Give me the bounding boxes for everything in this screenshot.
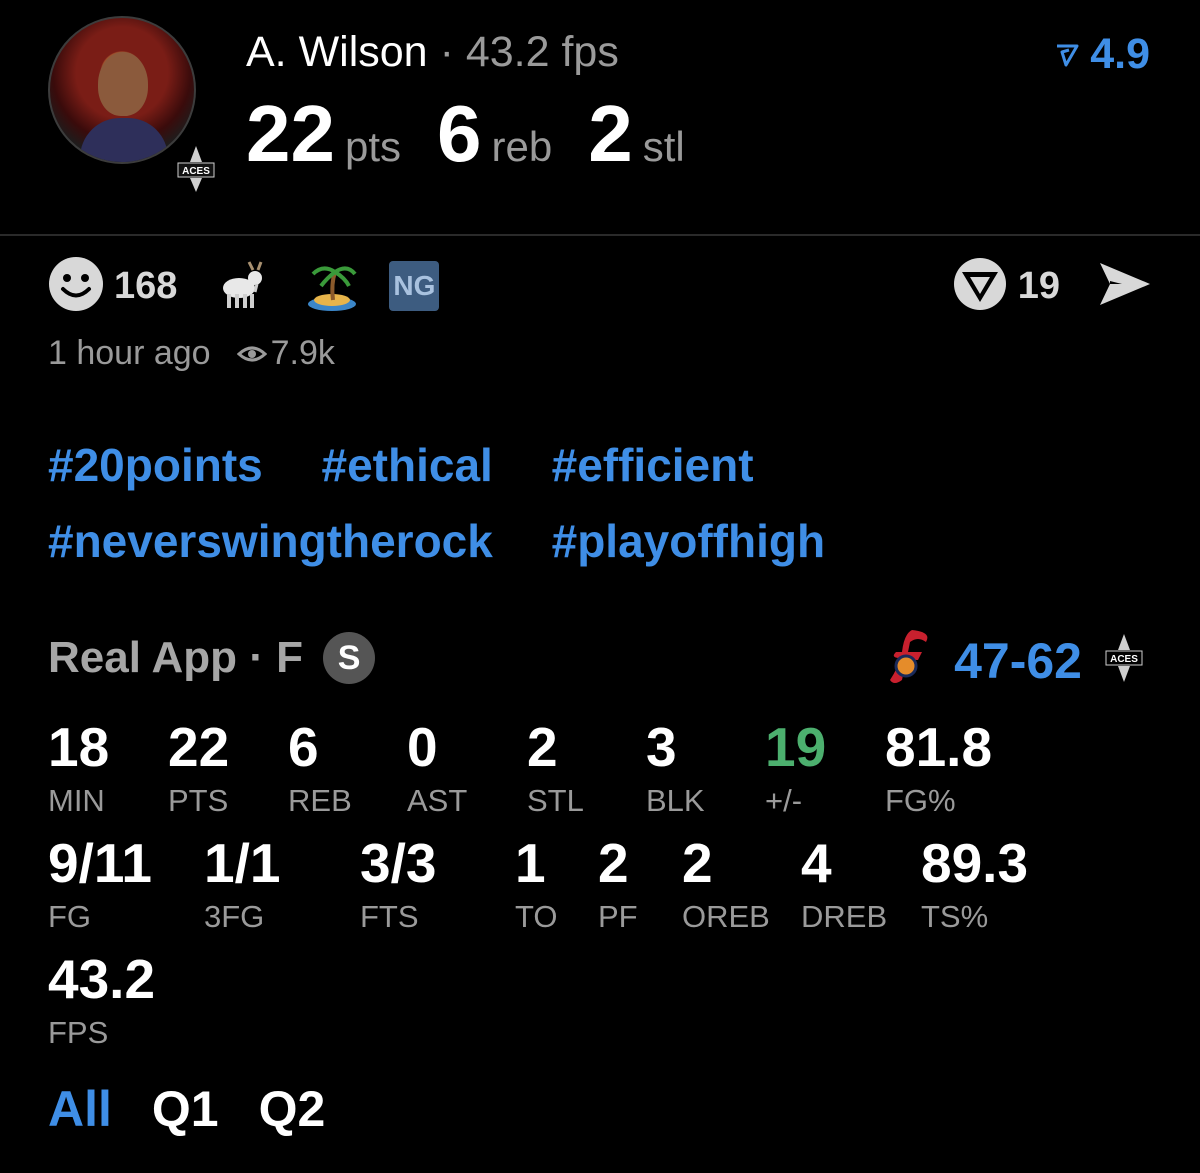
title-separator: · (439, 28, 454, 76)
hashtag-row-1: #20points #ethical #efficient (48, 438, 1148, 492)
eye-icon (236, 346, 267, 361)
reaction-bar: 168 NG (48, 256, 440, 317)
stat-fg: 9/11 FG (48, 832, 153, 935)
hashtag[interactable]: #playoffhigh (552, 515, 825, 567)
share-icon[interactable] (1098, 259, 1152, 314)
hashtag[interactable]: #ethical (322, 439, 493, 491)
stat-pts: 22 PTS (168, 716, 230, 819)
player-name[interactable]: A. Wilson (246, 28, 428, 76)
stat-fg-pct: 81.8 FG% (885, 716, 993, 819)
time-ago: 1 hour ago (48, 334, 211, 372)
rating-value: 4.9 (1090, 30, 1150, 78)
hashtag[interactable]: #efficient (552, 439, 754, 491)
game-info: Real App · F S (48, 632, 376, 684)
score-value: 47-62 (954, 632, 1082, 689)
ng-badge[interactable]: NG (389, 261, 440, 311)
game-status-badge: S (323, 632, 376, 684)
player-photo (48, 16, 196, 164)
game-score[interactable]: 47-62 ACES (882, 628, 1144, 693)
stat-pf: 2 PF (598, 832, 638, 935)
hashtag-row-2: #neverswingtherock #playoffhigh (48, 514, 1148, 568)
stat-plus-minus: 19 +/- (765, 716, 827, 819)
rating-icon (1057, 44, 1079, 66)
stat-fts: 3/3 FTS (360, 832, 437, 935)
stat-ts-pct: 89.3 TS% (921, 832, 1029, 935)
rebounds-value: 6 (437, 89, 482, 178)
stat-fps: 43.2 FPS (48, 948, 156, 1051)
tab-q2[interactable]: Q2 (259, 1080, 326, 1138)
rating-badge[interactable]: 4.9 (1054, 30, 1150, 79)
stat-3fg: 1/1 3FG (204, 832, 281, 935)
hashtag[interactable]: #20points (48, 439, 263, 491)
points-value: 22 (246, 89, 335, 178)
game-label: Real App · F (48, 633, 304, 682)
views-value: 7.9k (270, 334, 335, 372)
stat-dreb: 4 DREB (801, 832, 888, 935)
tab-all[interactable]: All (48, 1080, 112, 1138)
post-meta: 1 hour ago 7.9k (48, 334, 335, 373)
period-tabs: All Q1 Q2 (48, 1080, 365, 1138)
tab-q1[interactable]: Q1 (152, 1080, 219, 1138)
fps-text: 43.2 fps (465, 28, 619, 76)
smile-reaction-icon[interactable] (48, 256, 104, 317)
post-title: A. Wilson · 43.2 fps (246, 28, 619, 77)
stat-ast: 0 AST (407, 716, 468, 819)
stat-oreb: 2 OREB (682, 832, 770, 935)
stat-stl: 2 STL (527, 716, 584, 819)
steals-value: 2 (588, 89, 633, 178)
stat-blk: 3 BLK (646, 716, 705, 819)
comment-icon[interactable] (952, 256, 1008, 317)
comment-count: 19 (1017, 264, 1060, 307)
island-emoji-icon[interactable] (305, 260, 357, 312)
fever-logo-icon (882, 628, 938, 693)
player-avatar[interactable]: ACES (48, 16, 215, 194)
smile-count: 168 (114, 264, 178, 307)
aces-logo-icon: ACES (1104, 632, 1144, 689)
stat-to: 1 TO (515, 832, 558, 935)
header-divider (0, 234, 1200, 236)
goat-emoji-icon[interactable] (215, 260, 267, 312)
hashtag[interactable]: #neverswingtherock (48, 515, 493, 567)
stat-min: 18 MIN (48, 716, 110, 819)
steals-unit: stl (642, 123, 685, 170)
points-unit: pts (344, 123, 402, 170)
svg-text:ACES: ACES (182, 166, 210, 177)
headline-stats: 22 pts 6 reb 2 stl (246, 88, 721, 180)
rebounds-unit: reb (491, 123, 553, 170)
view-count: 7.9k (236, 334, 335, 373)
stat-reb: 6 REB (288, 716, 352, 819)
svg-text:ACES: ACES (1110, 654, 1138, 665)
comment-share-bar: 19 (952, 256, 1152, 317)
team-logo: ACES (176, 144, 216, 194)
